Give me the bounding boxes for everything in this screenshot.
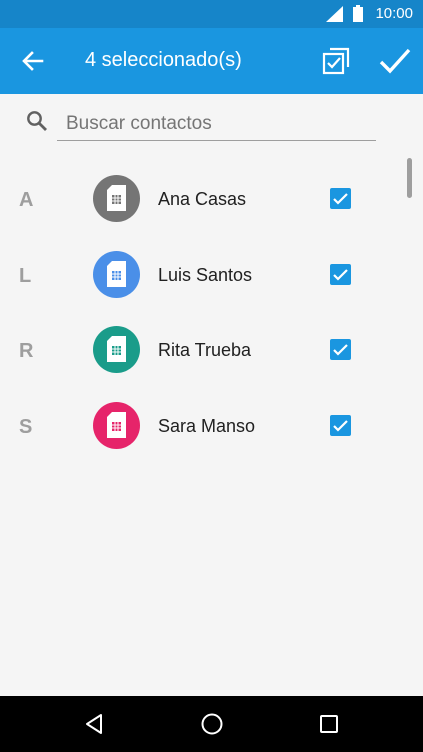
select-all-icon[interactable] [322, 47, 350, 75]
nav-recent-apps-icon[interactable] [319, 714, 339, 734]
sim-card-icon [107, 336, 126, 362]
nav-back-icon[interactable] [84, 713, 104, 735]
status-time: 10:00 [375, 5, 413, 22]
contact-row-rita-trueba[interactable]: R Rita Trueba [0, 312, 423, 388]
search-icon [27, 111, 47, 131]
sim-card-icon [107, 185, 126, 211]
contact-name: Ana Casas [158, 189, 247, 209]
contact-row-sara-manso[interactable]: S Sara Manso [0, 388, 423, 464]
section-letter: L [19, 264, 32, 287]
nav-home-icon[interactable] [200, 712, 224, 736]
search-bar [26, 108, 376, 142]
confirm-checkmark-icon[interactable] [378, 46, 412, 76]
sim-card-icon [107, 260, 126, 287]
checkbox-checked-icon[interactable] [330, 263, 351, 285]
contact-name: Luis Santos [158, 264, 253, 285]
page-title: 4 seleccionado(s) [85, 49, 242, 71]
section-letter: A [19, 189, 34, 211]
back-arrow-icon[interactable] [20, 48, 46, 74]
checkbox-checked-icon[interactable] [330, 414, 351, 436]
status-bar: 10:00 [0, 0, 423, 28]
contact-row-ana-casas[interactable]: A Ana Casas [0, 161, 423, 237]
battery-icon [353, 5, 363, 22]
checkbox-checked-icon[interactable] [330, 188, 351, 209]
signal-icon [326, 6, 343, 22]
avatar [93, 401, 140, 449]
avatar [93, 250, 140, 298]
section-letter: R [19, 340, 34, 362]
checkbox-checked-icon[interactable] [330, 339, 351, 360]
contact-name: Rita Trueba [158, 340, 252, 360]
app-bar: 4 seleccionado(s) [0, 28, 423, 94]
search-input[interactable] [57, 108, 376, 141]
section-letter: S [19, 415, 33, 438]
contact-list: A Ana Casas L Luis Santos R Rita Trueba … [0, 161, 423, 463]
sim-card-icon [107, 411, 126, 438]
contact-name: Sara Manso [158, 415, 256, 436]
avatar [93, 326, 140, 373]
contact-row-luis-santos[interactable]: L Luis Santos [0, 237, 423, 313]
avatar [93, 175, 140, 222]
navigation-bar [0, 696, 423, 752]
